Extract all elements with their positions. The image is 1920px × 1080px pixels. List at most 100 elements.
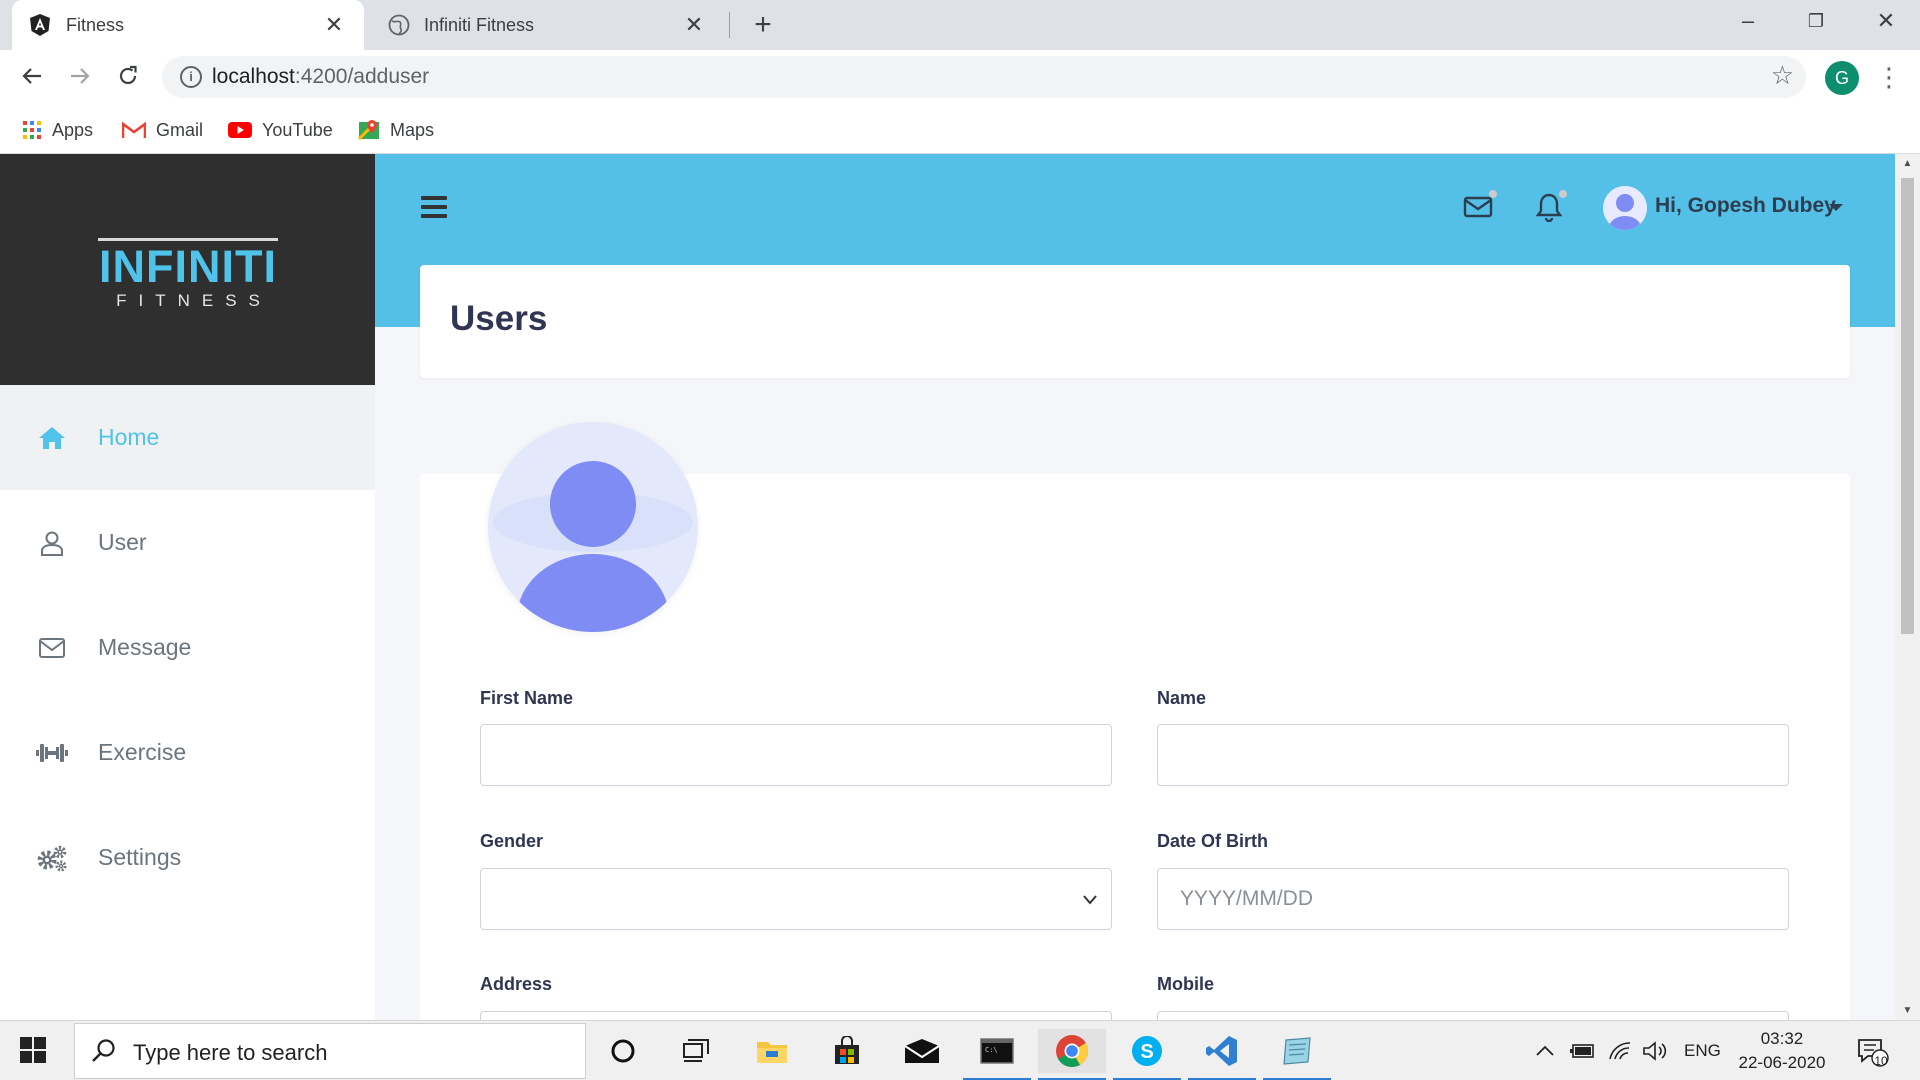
new-tab-button[interactable]: + xyxy=(748,8,778,42)
sidebar-menu: Home User Message Exercise Settings xyxy=(0,385,375,910)
scroll-up-arrow[interactable]: ▲ xyxy=(1895,158,1920,169)
profile-photo[interactable] xyxy=(488,422,698,632)
mobile-label: Mobile xyxy=(1157,974,1214,994)
sidebar-item-user[interactable]: User xyxy=(0,490,375,595)
back-button[interactable] xyxy=(12,58,52,98)
tab-title: Fitness xyxy=(66,14,125,35)
skype-icon[interactable]: S xyxy=(1113,1029,1181,1080)
windows-taskbar: Type here to search C:\ S ENG 03:32 22-0… xyxy=(0,1020,1920,1080)
info-icon[interactable]: i xyxy=(180,66,202,88)
scrollbar-thumb[interactable] xyxy=(1901,178,1914,634)
mail-icon[interactable] xyxy=(1463,190,1497,224)
sidebar-item-settings[interactable]: Settings xyxy=(0,805,375,910)
star-icon[interactable]: ☆ xyxy=(1771,60,1794,91)
reload-icon xyxy=(119,65,137,85)
profile-avatar[interactable]: G xyxy=(1825,61,1859,95)
name-label: Name xyxy=(1157,688,1207,708)
terminal-icon[interactable]: C:\ xyxy=(963,1029,1031,1080)
gender-select[interactable] xyxy=(480,868,1112,930)
first-name-input[interactable] xyxy=(480,724,1112,786)
tab-separator xyxy=(729,12,730,38)
sidebar-item-label: Message xyxy=(98,634,192,660)
address-label: Address xyxy=(480,974,553,994)
scroll-down-arrow[interactable]: ▼ xyxy=(1895,1005,1920,1016)
caret-down-icon[interactable] xyxy=(1829,204,1843,211)
forward-button[interactable] xyxy=(60,58,100,98)
file-explorer-icon[interactable] xyxy=(738,1029,806,1073)
apps-grid-icon xyxy=(23,121,41,139)
wifi-icon[interactable] xyxy=(1608,1021,1632,1080)
bell-icon[interactable] xyxy=(1535,190,1569,224)
bookmarks-bar: Apps Gmail YouTube Maps xyxy=(0,106,1920,154)
browser-toolbar: i localhost:4200/adduser ☆ G ⋮ xyxy=(0,50,1920,106)
battery-icon[interactable] xyxy=(1570,1021,1596,1080)
infiniti-fitness-logo[interactable]: INFINITI FITNESS xyxy=(98,238,278,311)
bookmark-label: YouTube xyxy=(262,119,333,140)
name-input[interactable] xyxy=(1157,724,1789,786)
mail-app-icon[interactable] xyxy=(888,1029,956,1073)
show-hidden-icons[interactable] xyxy=(1536,1021,1554,1080)
store-icon[interactable] xyxy=(813,1029,881,1073)
tab-infiniti-fitness[interactable]: Infiniti Fitness ✕ xyxy=(372,0,724,50)
user-greeting[interactable]: Hi, Gopesh Dubey xyxy=(1655,194,1836,218)
angular-icon xyxy=(30,14,50,36)
close-window-button[interactable]: ✕ xyxy=(1852,0,1920,42)
taskbar-search[interactable]: Type here to search xyxy=(74,1023,586,1079)
browser-tab-strip: Fitness ✕ Infiniti Fitness ✕ + – ❐ ✕ xyxy=(0,0,1920,50)
close-tab-icon[interactable]: ✕ xyxy=(320,12,348,38)
notepad-app-icon[interactable] xyxy=(1263,1029,1331,1080)
sidebar-item-label: Exercise xyxy=(98,739,187,765)
user-avatar[interactable] xyxy=(1603,186,1647,230)
mail-indicator-dot xyxy=(1489,190,1497,198)
task-view-icon[interactable] xyxy=(662,1029,730,1073)
first-name-label: First Name xyxy=(480,688,574,708)
cortana-icon[interactable] xyxy=(589,1029,657,1073)
browser-menu-icon[interactable]: ⋮ xyxy=(1876,60,1902,94)
arrow-left-icon xyxy=(22,68,41,84)
bookmark-gmail[interactable]: Gmail xyxy=(122,116,203,144)
arrow-right-icon xyxy=(71,68,90,84)
volume-icon[interactable] xyxy=(1642,1021,1668,1080)
windows-start-icon[interactable] xyxy=(20,1037,46,1063)
vscode-icon[interactable] xyxy=(1188,1029,1256,1080)
language-indicator[interactable]: ENG xyxy=(1684,1021,1721,1080)
address-input[interactable] xyxy=(480,1011,1112,1020)
clock-time: 03:32 xyxy=(1760,1029,1804,1048)
bookmark-label: Apps xyxy=(52,119,94,140)
minimize-button[interactable]: – xyxy=(1714,0,1782,42)
gears-icon xyxy=(36,842,68,874)
system-clock[interactable]: 03:32 22-06-2020 xyxy=(1722,1027,1842,1075)
gmail-icon xyxy=(122,121,146,138)
close-tab-icon[interactable]: ✕ xyxy=(680,12,708,38)
chrome-icon[interactable] xyxy=(1038,1029,1106,1080)
sidebar-item-message[interactable]: Message xyxy=(0,595,375,700)
bookmark-apps[interactable]: Apps xyxy=(22,116,93,144)
sidebar-item-home[interactable]: Home xyxy=(0,385,375,490)
dob-input[interactable]: YYYY/MM/DD xyxy=(1157,868,1789,930)
envelope-icon xyxy=(36,632,68,664)
bookmark-label: Maps xyxy=(390,119,435,140)
reload-button[interactable] xyxy=(108,58,148,98)
web-page: INFINITI FITNESS Home User Message Exerc… xyxy=(0,154,1920,1020)
action-center-icon[interactable]: 10 xyxy=(1856,1021,1890,1080)
sidebar: INFINITI FITNESS Home User Message Exerc… xyxy=(0,154,375,1020)
logo-line1: INFINITI xyxy=(99,241,277,292)
dob-label: Date Of Birth xyxy=(1157,831,1269,851)
globe-icon xyxy=(388,14,410,36)
page-title: Users xyxy=(450,299,548,338)
sidebar-item-exercise[interactable]: Exercise xyxy=(0,700,375,805)
bookmark-maps[interactable]: Maps xyxy=(358,116,434,144)
clock-date: 22-06-2020 xyxy=(1738,1053,1826,1072)
notification-indicator-dot xyxy=(1559,190,1567,198)
address-bar[interactable]: i localhost:4200/adduser ☆ xyxy=(162,56,1806,98)
maps-icon xyxy=(358,120,379,141)
menu-toggle-icon[interactable] xyxy=(421,196,447,223)
mobile-input[interactable] xyxy=(1157,1011,1789,1020)
dumbbell-icon xyxy=(36,737,68,769)
page-scrollbar[interactable]: ▲ ▼ xyxy=(1895,154,1920,1020)
tab-title: Infiniti Fitness xyxy=(424,14,535,35)
sidebar-item-label: Home xyxy=(98,424,160,450)
bookmark-youtube[interactable]: YouTube xyxy=(228,116,333,144)
restore-button[interactable]: ❐ xyxy=(1782,0,1850,42)
tab-fitness[interactable]: Fitness ✕ xyxy=(12,0,364,50)
